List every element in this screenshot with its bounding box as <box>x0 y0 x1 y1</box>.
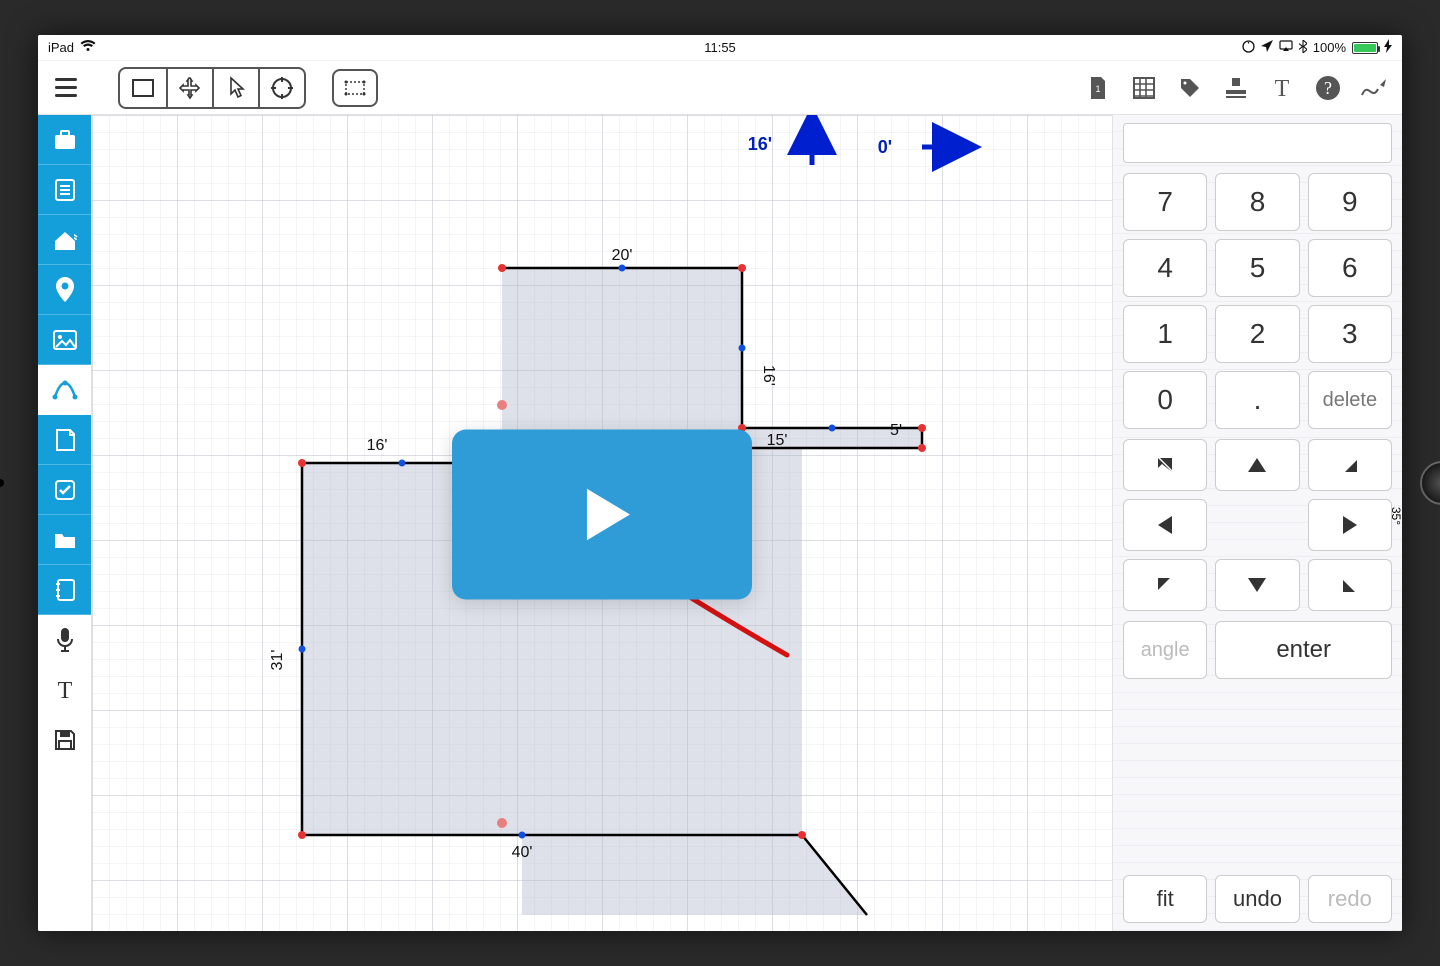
battery-icon <box>1352 42 1378 54</box>
key-2[interactable]: 2 <box>1215 305 1299 363</box>
draw-button[interactable] <box>1354 68 1394 108</box>
sidebar-image[interactable] <box>38 315 91 365</box>
tool-group-main <box>118 67 306 109</box>
svg-text:1: 1 <box>1095 84 1100 94</box>
key-dot[interactable]: . <box>1215 371 1299 429</box>
angle-35-label: 35° <box>1389 507 1402 525</box>
key-angle[interactable]: angle <box>1123 621 1207 679</box>
svg-text:T: T <box>1275 76 1290 100</box>
device-home-button[interactable] <box>1420 461 1440 505</box>
dim-mid-16: 16' <box>367 437 388 454</box>
dim-bottom-40: 40' <box>512 844 533 861</box>
numpad-display[interactable] <box>1123 123 1392 163</box>
key-enter[interactable]: enter <box>1215 621 1392 679</box>
key-0[interactable]: 0 <box>1123 371 1207 429</box>
sidebar-location[interactable] <box>38 265 91 315</box>
svg-text:?: ? <box>1324 78 1332 98</box>
text-button[interactable]: T <box>1262 68 1302 108</box>
left-sidebar: T <box>38 115 92 931</box>
charging-bolt-icon <box>1384 39 1392 56</box>
help-button[interactable]: ? <box>1308 68 1348 108</box>
dim-left-31: 31' <box>269 650 286 671</box>
status-time: 11:55 <box>704 40 736 55</box>
orientation-lock-icon <box>1242 40 1255 56</box>
offset-up: 16' <box>748 134 772 154</box>
tool-move[interactable] <box>166 69 212 107</box>
svg-text:T: T <box>57 678 72 702</box>
dim-right-5: 5' <box>890 422 902 439</box>
dim-top-20: 20' <box>612 247 633 264</box>
arrow-left[interactable] <box>1123 499 1207 551</box>
sidebar-text[interactable]: T <box>38 665 91 715</box>
key-1[interactable]: 1 <box>1123 305 1207 363</box>
location-icon <box>1261 40 1273 55</box>
sidebar-note[interactable] <box>38 415 91 465</box>
arrow-up-left[interactable] <box>1123 439 1207 491</box>
sidebar-save[interactable] <box>38 715 91 765</box>
device-label: iPad <box>48 40 74 55</box>
key-9[interactable]: 9 <box>1308 173 1392 231</box>
key-6[interactable]: 6 <box>1308 239 1392 297</box>
tag-button[interactable] <box>1170 68 1210 108</box>
airplay-icon <box>1279 40 1293 55</box>
device-camera-dot <box>0 479 4 487</box>
offset-right: 0' <box>878 137 892 157</box>
key-redo[interactable]: redo <box>1308 875 1392 923</box>
battery-text: 100% <box>1313 40 1346 55</box>
tool-dimension[interactable] <box>332 69 378 107</box>
key-fit[interactable]: fit <box>1123 875 1207 923</box>
tool-target[interactable] <box>258 69 304 107</box>
sidebar-list[interactable] <box>38 165 91 215</box>
arrow-down-right[interactable] <box>1308 559 1392 611</box>
page-button[interactable]: 1 <box>1078 68 1118 108</box>
key-undo[interactable]: undo <box>1215 875 1299 923</box>
key-8[interactable]: 8 <box>1215 173 1299 231</box>
arrow-center-blank <box>1215 499 1299 551</box>
calc-button[interactable] <box>1124 68 1164 108</box>
video-play-button[interactable] <box>452 430 752 600</box>
sidebar-checklist[interactable] <box>38 465 91 515</box>
sidebar-sketch-active[interactable] <box>38 365 91 415</box>
numeric-panel: 7 8 9 4 5 6 1 2 3 0 . delete <box>1112 115 1402 931</box>
tool-select[interactable] <box>212 69 258 107</box>
arrow-down[interactable] <box>1215 559 1299 611</box>
key-delete[interactable]: delete <box>1308 371 1392 429</box>
stamp-button[interactable] <box>1216 68 1256 108</box>
dim-right-16: 16' <box>760 365 777 386</box>
sidebar-folder[interactable] <box>38 515 91 565</box>
wifi-icon <box>80 40 96 55</box>
sketch-canvas[interactable]: 20' 16' 5' 15' 16' 31' 40' 16' 0' <box>92 115 1112 931</box>
arrow-right[interactable] <box>1308 499 1392 551</box>
ios-status-bar: iPad 11:55 100% <box>38 35 1402 61</box>
arrow-up[interactable] <box>1215 439 1299 491</box>
sidebar-mic[interactable] <box>38 615 91 665</box>
menu-button[interactable] <box>46 68 86 108</box>
arrow-down-left[interactable] <box>1123 559 1207 611</box>
sidebar-briefcase[interactable] <box>38 115 91 165</box>
key-4[interactable]: 4 <box>1123 239 1207 297</box>
key-3[interactable]: 3 <box>1308 305 1392 363</box>
top-toolbar: 1 T ? <box>38 61 1402 115</box>
sidebar-notebook[interactable] <box>38 565 91 615</box>
tool-rectangle[interactable] <box>120 69 166 107</box>
bluetooth-icon <box>1299 40 1307 56</box>
key-7[interactable]: 7 <box>1123 173 1207 231</box>
dim-mid-15: 15' <box>767 432 788 449</box>
sidebar-home[interactable] <box>38 215 91 265</box>
key-5[interactable]: 5 <box>1215 239 1299 297</box>
arrow-up-right[interactable] <box>1308 439 1392 491</box>
